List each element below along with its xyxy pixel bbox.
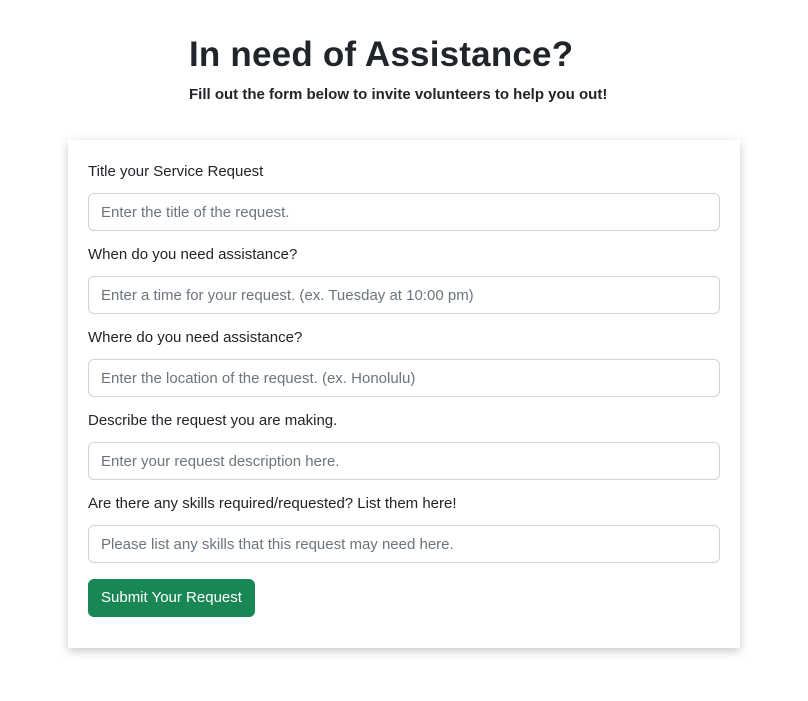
title-label: Title your Service Request — [88, 163, 264, 180]
page-title: In need of Assistance? — [189, 35, 574, 74]
page-header: In need of Assistance? Fill out the form… — [189, 34, 607, 105]
skills-label: Are there any skills required/requested?… — [88, 495, 457, 512]
field-title: Title your Service Request — [88, 162, 720, 231]
field-time: When do you need assistance? — [88, 245, 720, 314]
field-location: Where do you need assistance? — [88, 328, 720, 397]
submit-request-button[interactable]: Submit Your Request — [88, 579, 255, 617]
time-label: When do you need assistance? — [88, 246, 298, 263]
location-input[interactable] — [88, 359, 720, 397]
time-input[interactable] — [88, 276, 720, 314]
field-description: Describe the request you are making. — [88, 411, 720, 480]
page: In need of Assistance? Fill out the form… — [0, 0, 808, 701]
title-input[interactable] — [88, 193, 720, 231]
page-subtitle: Fill out the form below to invite volunt… — [189, 86, 608, 103]
description-label: Describe the request you are making. — [88, 412, 338, 429]
field-skills: Are there any skills required/requested?… — [88, 494, 720, 563]
skills-input[interactable] — [88, 525, 720, 563]
service-request-form: Title your Service Request When do you n… — [68, 140, 740, 648]
location-label: Where do you need assistance? — [88, 329, 303, 346]
description-input[interactable] — [88, 442, 720, 480]
